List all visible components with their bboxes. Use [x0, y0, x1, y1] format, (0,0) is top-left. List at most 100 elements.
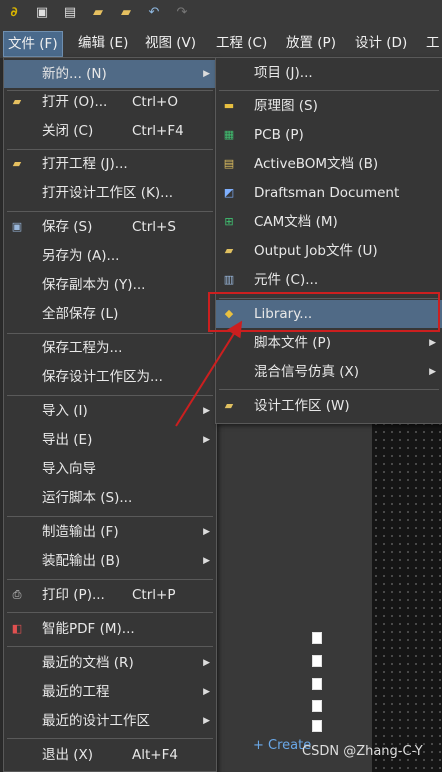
menu-item-label: 保存 (S)	[42, 219, 93, 235]
output-job-icon: ▰	[224, 244, 234, 257]
menu-item-label: 关闭 (C)	[42, 123, 94, 139]
submenu-arrow-icon: ▶	[203, 716, 210, 726]
menu-item-label: 另存为 (A)...	[42, 248, 120, 264]
menu-item-schematic[interactable]: ▬ 原理图 (S)	[216, 92, 442, 120]
menu-item-label: 导入 (I)	[42, 403, 88, 419]
shortcut-label: Alt+F4	[132, 747, 178, 763]
menu-item-open-workspace[interactable]: 打开设计工作区 (K)...	[4, 179, 216, 207]
menu-separator	[219, 389, 439, 390]
menu-item-label: 导入向导	[42, 461, 96, 477]
redo-icon[interactable]: ↷	[174, 5, 190, 21]
save-icon[interactable]: ▣	[34, 5, 50, 21]
document-icon	[312, 632, 322, 644]
altium-logo-icon: ∂	[10, 5, 18, 20]
menu-item-save[interactable]: ▣ 保存 (S) Ctrl+S	[4, 213, 216, 241]
menu-item-label: 项目 (J)...	[254, 65, 313, 81]
menu-separator	[7, 612, 213, 613]
menu-item-design-workspace[interactable]: ▰ 设计工作区 (W)	[216, 392, 442, 420]
menu-item-label: 元件 (C)...	[254, 272, 319, 288]
pdf-icon: ◧	[11, 622, 23, 635]
menu-item-cam[interactable]: ⊞ CAM文档 (M)	[216, 208, 442, 236]
menu-item-label: ActiveBOM文档 (B)	[254, 156, 379, 172]
menubar: 文件 (F) 编辑 (E) 视图 (V) 工程 (C) 放置 (P) 设计 (D…	[0, 28, 442, 59]
menu-item-output-job[interactable]: ▰ Output Job文件 (U)	[216, 237, 442, 265]
menu-item-save-copy[interactable]: 保存副本为 (Y)...	[4, 271, 216, 299]
menu-item-import-wizard[interactable]: 导入向导	[4, 455, 216, 483]
menu-item-label: CAM文档 (M)	[254, 214, 338, 230]
menu-item-save-all[interactable]: 全部保存 (L)	[4, 300, 216, 328]
menu-item-pcb[interactable]: ▦ PCB (P)	[216, 121, 442, 149]
menu-item-label: 最近的文档 (R)	[42, 655, 134, 671]
watermark: CSDN @Zhang-C-Y	[302, 744, 423, 759]
menu-item-recent-docs[interactable]: 最近的文档 (R) ▶	[4, 649, 216, 677]
bom-icon: ▤	[223, 157, 235, 170]
menu-item-label: 装配输出 (B)	[42, 553, 121, 569]
menu-item-print[interactable]: ⎙ 打印 (P)... Ctrl+P	[4, 581, 216, 609]
shortcut-label: Ctrl+S	[132, 219, 176, 235]
menu-view[interactable]: 视图 (V)	[141, 31, 200, 55]
menu-item-label: 打开 (O)...	[42, 94, 108, 110]
menu-design[interactable]: 设计 (D)	[351, 31, 411, 55]
menu-item-draftsman[interactable]: ◩ Draftsman Document	[216, 179, 442, 207]
document-icon	[312, 655, 322, 667]
menu-item-fab-outputs[interactable]: 制造输出 (F) ▶	[4, 518, 216, 546]
menu-place[interactable]: 放置 (P)	[282, 31, 340, 55]
menu-item-save-workspace-as[interactable]: 保存设计工作区为...	[4, 363, 216, 391]
open-folder-icon[interactable]: ▰	[90, 5, 106, 21]
toolbar: ∂ ▣ ▤ ▰ ▰ ↶ ↷	[0, 0, 442, 28]
menu-item-component[interactable]: ▥ 元件 (C)...	[216, 266, 442, 294]
menu-item-mixed-sim[interactable]: 混合信号仿真 (X) ▶	[216, 358, 442, 386]
submenu-arrow-icon: ▶	[203, 556, 210, 566]
menu-item-smart-pdf[interactable]: ◧ 智能PDF (M)...	[4, 615, 216, 643]
menu-item-recent-projects[interactable]: 最近的工程 ▶	[4, 678, 216, 706]
menu-item-label: PCB (P)	[254, 127, 304, 143]
printer-icon: ⎙	[12, 588, 22, 601]
menu-item-exit[interactable]: 退出 (X) Alt+F4	[4, 741, 216, 769]
cam-icon: ⊞	[224, 215, 234, 228]
menu-separator	[219, 90, 439, 91]
menu-separator	[7, 738, 213, 739]
menu-item-open-project[interactable]: ▰ 打开工程 (J)...	[4, 150, 216, 178]
save-all-icon[interactable]: ▤	[62, 5, 78, 21]
menu-item-export[interactable]: 导出 (E) ▶	[4, 426, 216, 454]
menu-item-label: 打印 (P)...	[42, 587, 105, 603]
shortcut-label: Ctrl+F4	[132, 123, 184, 139]
pcb-icon: ▦	[223, 128, 235, 141]
menu-separator	[7, 395, 213, 396]
menu-item-label: 运行脚本 (S)...	[42, 490, 133, 506]
menu-item-close[interactable]: 关闭 (C) Ctrl+F4	[4, 117, 216, 145]
menu-item-recent-workspaces[interactable]: 最近的设计工作区 ▶	[4, 707, 216, 735]
shortcut-label: Ctrl+P	[132, 587, 176, 603]
menu-project[interactable]: 工程 (C)	[212, 31, 271, 55]
menu-item-label: 退出 (X)	[42, 747, 94, 763]
menu-item-run-script[interactable]: 运行脚本 (S)...	[4, 484, 216, 512]
menu-item-label: 混合信号仿真 (X)	[254, 364, 360, 380]
menu-separator	[7, 516, 213, 517]
highlight-box	[208, 292, 440, 332]
menu-item-assembly-outputs[interactable]: 装配输出 (B) ▶	[4, 547, 216, 575]
menu-item-save-as[interactable]: 另存为 (A)...	[4, 242, 216, 270]
document-icon	[312, 700, 322, 712]
open-project-icon[interactable]: ▰	[118, 5, 134, 21]
menu-item-new[interactable]: 新的... (N) ▶	[4, 60, 216, 88]
menu-item-label: 打开工程 (J)...	[42, 156, 128, 172]
menu-separator	[7, 579, 213, 580]
menu-item-script-files[interactable]: 脚本文件 (P) ▶	[216, 329, 442, 357]
menu-item-label: 新的... (N)	[42, 66, 107, 82]
menu-tools[interactable]: 工	[422, 31, 442, 55]
menu-item-label: 原理图 (S)	[254, 98, 318, 114]
menu-item-label: 保存工程为...	[42, 340, 123, 356]
menu-item-label: 最近的设计工作区	[42, 713, 150, 729]
menu-item-import[interactable]: 导入 (I) ▶	[4, 397, 216, 425]
menu-edit[interactable]: 编辑 (E)	[74, 31, 132, 55]
open-project-icon: ▰	[12, 157, 22, 170]
menu-item-activebom[interactable]: ▤ ActiveBOM文档 (B)	[216, 150, 442, 178]
workspace-icon: ▰	[224, 399, 234, 412]
menu-item-open[interactable]: ▰ 打开 (O)... Ctrl+O	[4, 88, 216, 116]
shortcut-label: Ctrl+O	[132, 94, 178, 110]
menu-item-new-project[interactable]: 项目 (J)...	[216, 59, 442, 87]
menu-file[interactable]: 文件 (F)	[3, 31, 63, 57]
grid-dots	[372, 420, 442, 772]
menu-item-save-project-as[interactable]: 保存工程为...	[4, 334, 216, 362]
undo-icon[interactable]: ↶	[146, 5, 162, 21]
